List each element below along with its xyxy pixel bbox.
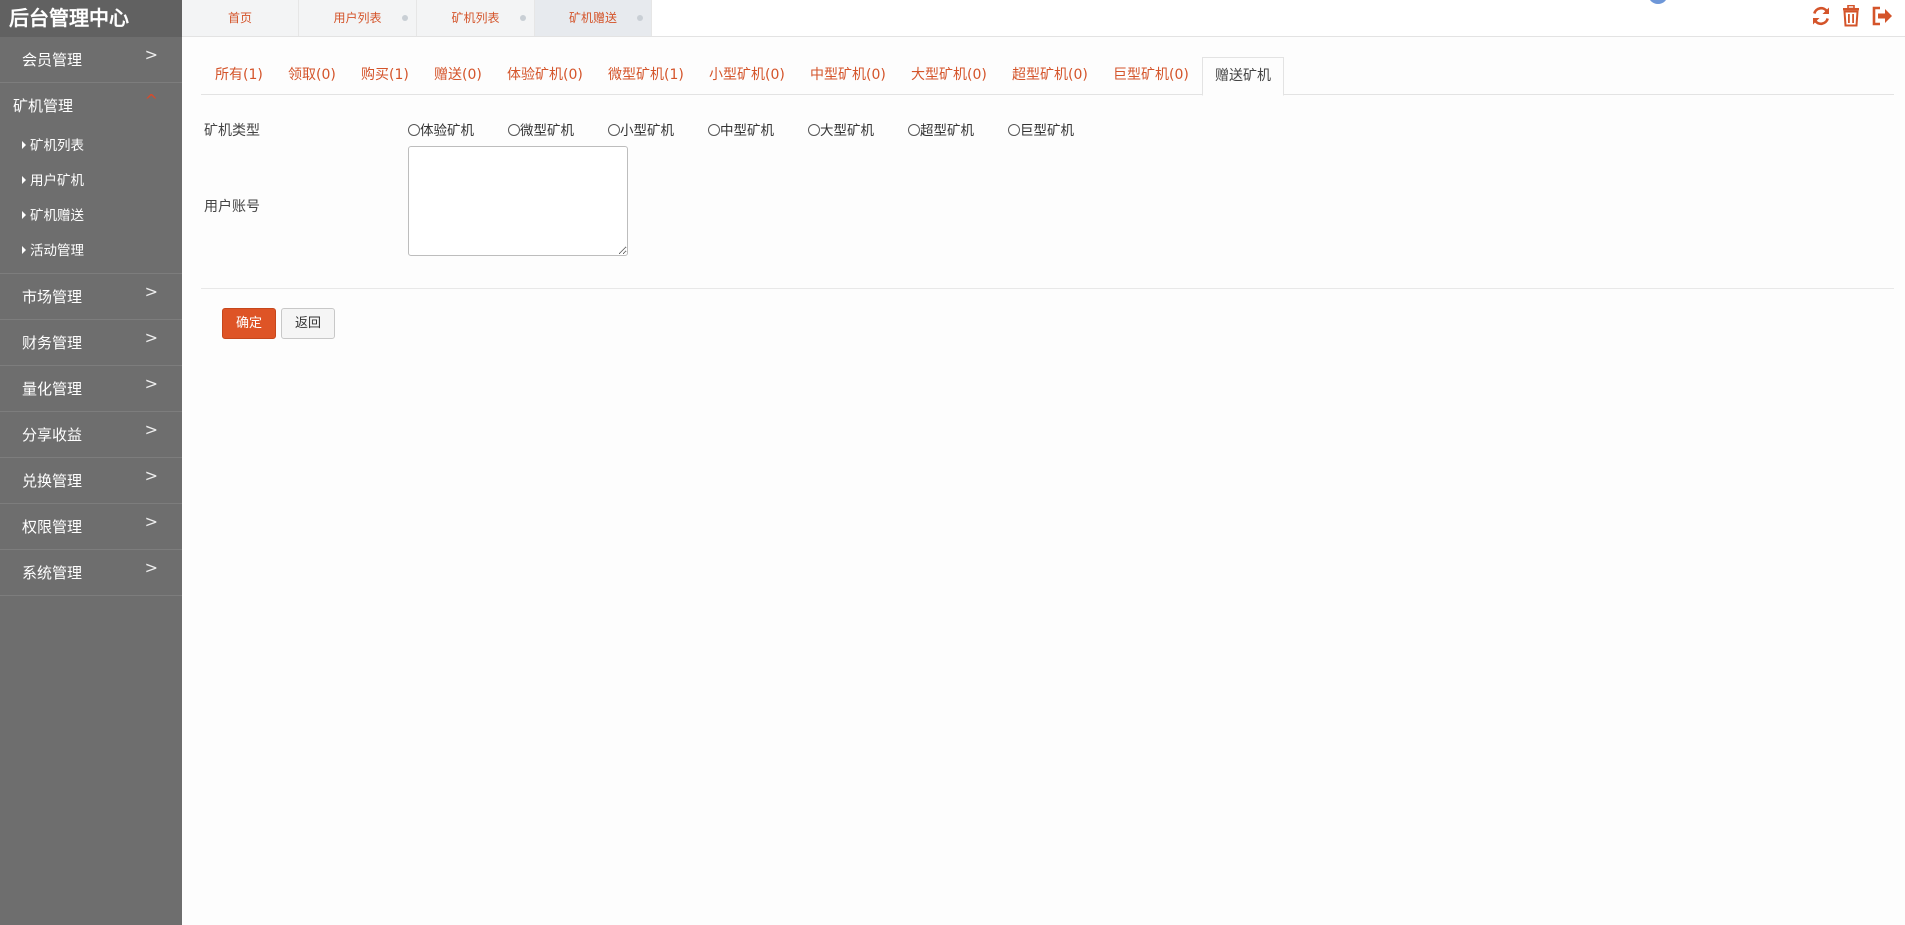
miner-type-label: 矿机类型 xyxy=(204,123,260,139)
radio-button[interactable] xyxy=(508,124,520,136)
tab-all[interactable]: 所有(1) xyxy=(215,57,263,95)
tab-gift-miner[interactable]: 赠送矿机 xyxy=(1202,57,1284,96)
top-tab-user-list[interactable]: 用户列表 xyxy=(299,0,417,36)
sidebar-subitem-miner-gift[interactable]: 矿机赠送 xyxy=(0,199,182,234)
radio-button[interactable] xyxy=(408,124,420,136)
radio-small-miner[interactable]: 小型矿机 xyxy=(608,119,674,139)
sidebar-item-label: 矿机管理 xyxy=(13,97,74,115)
sidebar-subitem-activity[interactable]: 活动管理 xyxy=(0,234,182,269)
logout-icon[interactable] xyxy=(1871,5,1893,29)
radio-giant-miner[interactable]: 巨型矿机 xyxy=(1008,119,1074,139)
radio-button[interactable] xyxy=(908,124,920,136)
sidebar-item-label: 兑换管理 xyxy=(22,472,83,490)
close-tab-icon[interactable] xyxy=(402,15,408,21)
chevron-right-icon: > xyxy=(144,328,158,347)
close-tab-icon[interactable] xyxy=(520,15,526,21)
sidebar-item-label: 权限管理 xyxy=(22,518,83,536)
sidebar-item-finance[interactable]: 财务管理 > xyxy=(0,320,182,366)
back-button[interactable]: 返回 xyxy=(281,308,335,339)
caret-right-icon xyxy=(22,141,26,149)
user-account-input[interactable] xyxy=(408,146,628,256)
radio-button[interactable] xyxy=(708,124,720,136)
top-tab-miner-gift[interactable]: 矿机赠送 xyxy=(535,0,652,36)
sidebar-subitem-miner-list[interactable]: 矿机列表 xyxy=(0,129,182,164)
tab-small-miner[interactable]: 小型矿机(0) xyxy=(709,57,785,95)
divider xyxy=(201,288,1894,289)
sidebar-item-permission[interactable]: 权限管理 > xyxy=(0,504,182,550)
sidebar-subitem-user-miner[interactable]: 用户矿机 xyxy=(0,164,182,199)
sidebar-item-label: 财务管理 xyxy=(22,334,83,352)
caret-right-icon xyxy=(22,246,26,254)
radio-medium-miner[interactable]: 中型矿机 xyxy=(708,119,774,139)
filter-tabs: 所有(1) 领取(0) 购买(1) 赠送(0) 体验矿机(0) 微型矿机(1) … xyxy=(201,57,1894,96)
user-account-label: 用户账号 xyxy=(204,199,260,215)
sidebar-item-label: 分享收益 xyxy=(22,426,83,444)
sidebar-item-share[interactable]: 分享收益 > xyxy=(0,412,182,458)
sidebar-item-exchange[interactable]: 兑换管理 > xyxy=(0,458,182,504)
sidebar-item-label: 市场管理 xyxy=(22,288,83,306)
chevron-right-icon: > xyxy=(144,558,158,577)
confirm-button[interactable]: 确定 xyxy=(222,308,276,339)
sidebar-item-label: 量化管理 xyxy=(22,380,83,398)
toolbar xyxy=(1806,4,1893,31)
sidebar-item-quant[interactable]: 量化管理 > xyxy=(0,366,182,412)
caret-right-icon xyxy=(22,211,26,219)
radio-button[interactable] xyxy=(1008,124,1020,136)
tab-trial-miner[interactable]: 体验矿机(0) xyxy=(507,57,583,95)
chevron-right-icon: > xyxy=(144,512,158,531)
radio-micro-miner[interactable]: 微型矿机 xyxy=(508,119,574,139)
sidebar-submenu: 矿机列表 用户矿机 矿机赠送 活动管理 xyxy=(0,129,182,274)
main-content: 所有(1) 领取(0) 购买(1) 赠送(0) 体验矿机(0) 微型矿机(1) … xyxy=(182,37,1905,925)
top-tab-miner-list[interactable]: 矿机列表 xyxy=(417,0,535,36)
chevron-up-icon: ^ xyxy=(144,91,158,110)
tab-giant-miner[interactable]: 巨型矿机(0) xyxy=(1113,57,1189,95)
radio-trial-miner[interactable]: 体验矿机 xyxy=(408,119,474,139)
tab-super-miner[interactable]: 超型矿机(0) xyxy=(1012,57,1088,95)
tab-purchased[interactable]: 购买(1) xyxy=(361,57,409,95)
chevron-right-icon: > xyxy=(144,420,158,439)
tab-gifted[interactable]: 赠送(0) xyxy=(434,57,482,95)
chevron-right-icon: > xyxy=(144,466,158,485)
sidebar-item-miner[interactable]: 矿机管理 ^ xyxy=(0,83,182,129)
radio-button[interactable] xyxy=(608,124,620,136)
tab-micro-miner[interactable]: 微型矿机(1) xyxy=(608,57,684,95)
top-tab-home[interactable]: 首页 xyxy=(182,0,299,36)
sidebar-item-member[interactable]: 会员管理 > xyxy=(0,37,182,83)
sidebar-item-label: 会员管理 xyxy=(22,51,83,69)
radio-large-miner[interactable]: 大型矿机 xyxy=(808,119,874,139)
trash-icon[interactable] xyxy=(1841,4,1863,29)
top-tab-bar: 首页 用户列表 矿机列表 矿机赠送 xyxy=(182,0,1905,37)
tab-large-miner[interactable]: 大型矿机(0) xyxy=(911,57,987,95)
sidebar: 后台管理中心 会员管理 > 矿机管理 ^ 矿机列表 用户矿机 矿机赠送 活动管理… xyxy=(0,0,182,925)
sidebar-item-market[interactable]: 市场管理 > xyxy=(0,274,182,320)
radio-super-miner[interactable]: 超型矿机 xyxy=(908,119,974,139)
refresh-icon[interactable] xyxy=(1810,5,1832,29)
notification-badge[interactable] xyxy=(1648,0,1668,4)
close-tab-icon[interactable] xyxy=(637,15,643,21)
sidebar-item-label: 系统管理 xyxy=(22,564,83,582)
chevron-right-icon: > xyxy=(144,45,158,64)
tab-claimed[interactable]: 领取(0) xyxy=(288,57,336,95)
radio-button[interactable] xyxy=(808,124,820,136)
caret-right-icon xyxy=(22,176,26,184)
chevron-right-icon: > xyxy=(144,282,158,301)
chevron-right-icon: > xyxy=(144,374,158,393)
sidebar-item-system[interactable]: 系统管理 > xyxy=(0,550,182,596)
tab-medium-miner[interactable]: 中型矿机(0) xyxy=(810,57,886,95)
